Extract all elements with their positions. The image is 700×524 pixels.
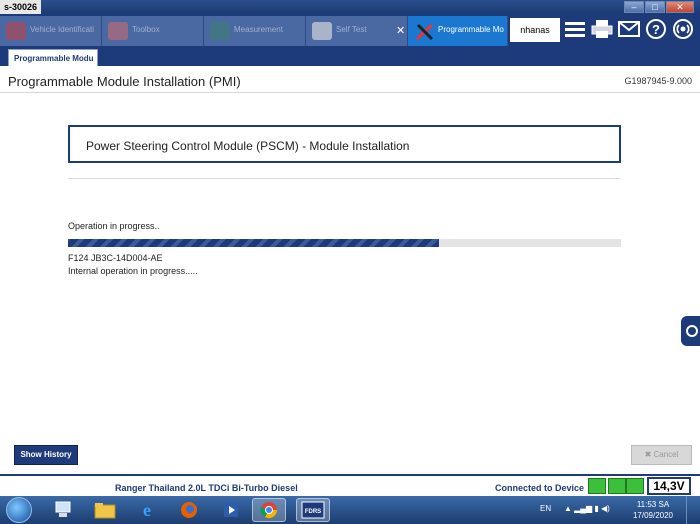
ie-browser-icon[interactable]: e (130, 498, 164, 522)
tab-label: Self Test (336, 25, 367, 34)
show-desktop-button[interactable] (686, 496, 700, 524)
battery-voltage: 14,3V (647, 477, 691, 495)
signal-strength-icon (608, 478, 626, 494)
subtab-bar: Programmable Modu (0, 46, 700, 66)
menu-icon[interactable] (564, 18, 586, 40)
progress-bar (68, 239, 621, 247)
toolbox-icon (108, 22, 128, 40)
tab-vehicle-identification[interactable]: Vehicle Identificati (0, 16, 102, 46)
vehicle-info: Ranger Thailand 2.0L TDCi Bi-Turbo Diese… (115, 483, 298, 493)
status-bar: Ranger Thailand 2.0L TDCi Bi-Turbo Diese… (0, 474, 700, 496)
clock[interactable]: 11:53 SA 17/09/2020 (628, 499, 678, 521)
start-button[interactable] (6, 497, 32, 523)
user-name[interactable]: nhanas (510, 18, 560, 42)
svg-text:e: e (143, 500, 151, 520)
close-window-button[interactable]: ✕ (666, 1, 694, 13)
firefox-icon[interactable] (172, 498, 206, 522)
car-icon (6, 22, 26, 40)
waveform-icon (210, 22, 230, 40)
close-tab-icon[interactable]: ✕ (396, 24, 405, 37)
clock-date: 17/09/2020 (632, 511, 674, 520)
svg-text:FDRS: FDRS (305, 509, 321, 515)
tab-measurement[interactable]: Measurement (204, 16, 306, 46)
network-icon[interactable] (46, 498, 80, 522)
header-divider (0, 92, 700, 93)
battery-icon (626, 478, 644, 494)
dtc-icon (312, 22, 332, 40)
side-panel-handle[interactable] (681, 316, 700, 346)
tab-toolbox[interactable]: Toolbox (102, 16, 204, 46)
module-title: Power Steering Control Module (PSCM) - M… (86, 139, 410, 153)
tab-label: Toolbox (132, 25, 160, 34)
internal-status: Internal operation in progress..... (68, 266, 198, 276)
windows-taskbar: e FDRS EN ▲ ▂▄▆ ▮ ◀) 11:53 SA 17/09/2020 (0, 496, 700, 524)
tab-label: Vehicle Identificati (30, 25, 95, 34)
tray-icons[interactable]: ▲ ▂▄▆ ▮ ◀) (564, 504, 610, 513)
subtab-programmable-module[interactable]: Programmable Modu (8, 49, 98, 66)
module-divider (68, 178, 621, 179)
printer-icon[interactable] (591, 18, 613, 40)
connection-status: Connected to Device (495, 483, 585, 493)
toolbar-icons: ? (564, 18, 694, 40)
vci-link-icon (588, 478, 606, 494)
operation-status: Operation in progress.. (68, 221, 160, 231)
media-player-icon[interactable] (214, 498, 248, 522)
maximize-button[interactable]: □ (645, 1, 665, 13)
svg-text:?: ? (652, 22, 660, 37)
show-history-button[interactable]: Show History (14, 445, 78, 465)
wrench-screwdriver-icon (414, 22, 434, 41)
part-number: F124 JB3C-14D004-AE (68, 253, 163, 263)
tab-label: Programmable Mo (438, 25, 504, 34)
minimize-button[interactable]: – (624, 1, 644, 13)
window-controls: – □ ✕ (624, 1, 694, 13)
page-code: G1987945-9.000 (624, 76, 692, 86)
fdrs-app-icon[interactable]: FDRS (296, 498, 330, 522)
tab-programmable-module[interactable]: Programmable Mo (408, 16, 508, 46)
mail-icon[interactable] (618, 18, 640, 40)
tab-self-test[interactable]: Self Test (306, 16, 408, 46)
progress-fill (68, 239, 439, 247)
window-title: s-30026 (0, 0, 42, 14)
language-indicator[interactable]: EN (540, 504, 551, 513)
help-icon[interactable]: ? (645, 18, 667, 40)
window-titlebar: s-30026 – □ ✕ (0, 0, 700, 14)
chrome-icon[interactable] (252, 498, 286, 522)
tab-label: Measurement (234, 25, 283, 34)
connection-icon[interactable] (672, 18, 694, 40)
module-title-box: Power Steering Control Module (PSCM) - M… (68, 125, 621, 163)
clock-time: 11:53 SA (636, 500, 670, 509)
page-title: Programmable Module Installation (PMI) (8, 74, 241, 89)
folder-icon[interactable] (88, 498, 122, 522)
cancel-button[interactable]: ✖ Cancel (631, 445, 692, 465)
